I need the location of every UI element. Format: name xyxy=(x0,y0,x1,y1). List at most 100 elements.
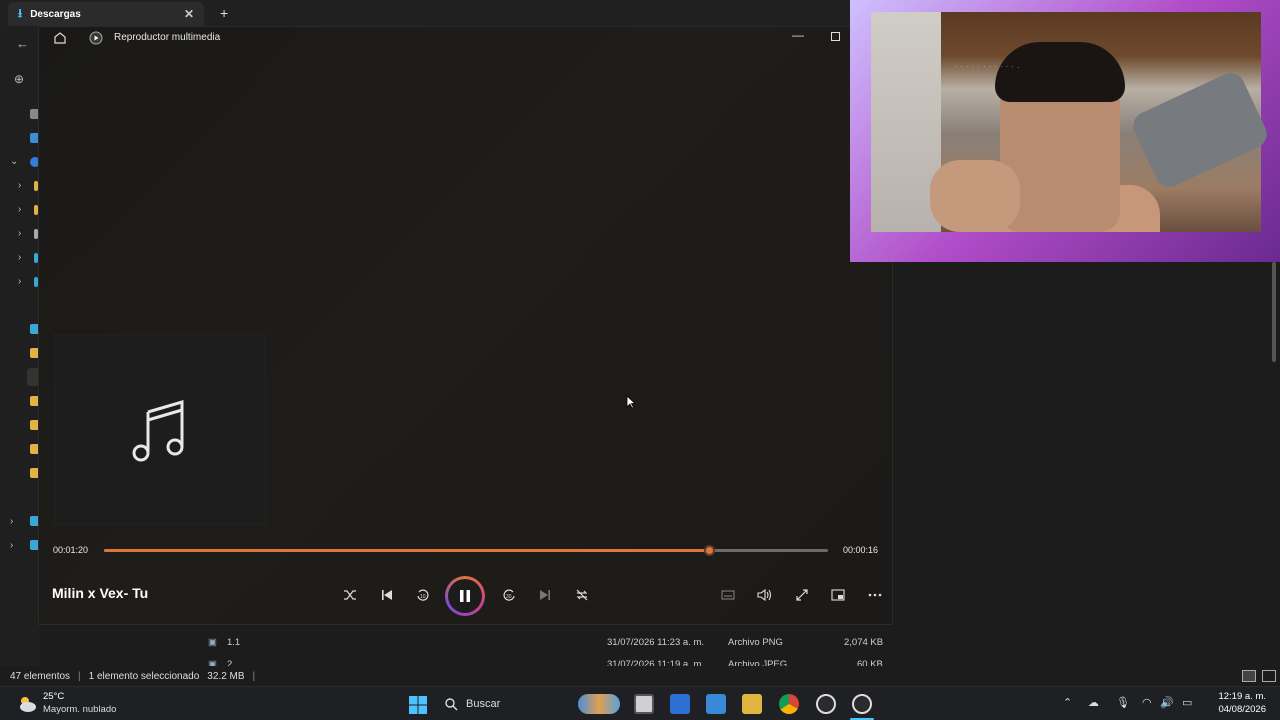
windows-start-icon[interactable] xyxy=(408,695,428,715)
skip-next-icon xyxy=(540,590,550,600)
volume-button[interactable] xyxy=(754,584,776,606)
taskbar-search[interactable]: Buscar xyxy=(444,692,564,716)
volume-icon xyxy=(757,588,772,602)
wifi-icon[interactable]: ◠ xyxy=(1142,696,1152,709)
selected-count: 1 elemento seleccionado xyxy=(88,670,200,682)
list-item[interactable]: ▣ 2 xyxy=(208,659,232,666)
skip-previous-icon xyxy=(382,590,392,600)
shuffle-button[interactable] xyxy=(339,584,361,606)
chevron-right-icon[interactable]: › xyxy=(18,204,21,215)
minimize-button[interactable]: — xyxy=(792,28,804,42)
forward-30-button[interactable]: 30 xyxy=(498,584,520,606)
details-view-icon[interactable] xyxy=(1242,670,1256,682)
list-item[interactable]: ▣ 1.1 xyxy=(208,637,240,648)
chevron-up-icon[interactable]: ⌃ xyxy=(1063,696,1072,709)
file-name: 1.1 xyxy=(226,637,241,648)
file-type: Archivo PNG xyxy=(728,637,783,648)
webcam-person-hair xyxy=(995,42,1125,102)
maximize-button[interactable] xyxy=(831,32,840,41)
chevron-right-icon[interactable]: › xyxy=(18,228,21,239)
rewind-10-button[interactable]: 10 xyxy=(412,584,434,606)
weather-temperature[interactable]: 25°C xyxy=(43,691,64,702)
music-note-icon xyxy=(132,399,184,462)
explorer-sidebar: ← ⊕ ⌄ › › › › › › › xyxy=(0,26,40,666)
svg-text:30: 30 xyxy=(506,594,512,600)
status-bar: 47 elementos | 1 elemento seleccionado 3… xyxy=(0,666,1280,686)
webcam-person-hand xyxy=(930,160,1020,232)
chevron-right-icon[interactable]: › xyxy=(10,516,13,527)
chevron-down-icon[interactable]: ⌄ xyxy=(10,156,18,167)
expand-icon xyxy=(796,589,808,601)
elapsed-time: 00:01:20 xyxy=(53,545,89,555)
chevron-right-icon[interactable]: › xyxy=(10,540,13,551)
file-type: Archivo JPEG xyxy=(728,659,788,666)
svg-text:10: 10 xyxy=(420,594,426,600)
file-date: 31/07/2026 11:23 a. m. xyxy=(607,637,705,648)
jpeg-file-icon: ▣ xyxy=(208,659,217,666)
repeat-button[interactable] xyxy=(571,584,593,606)
previous-button[interactable] xyxy=(376,584,398,606)
mouse-cursor-icon xyxy=(626,395,636,409)
explorer-tab[interactable]: ⭳ Descargas ✕ xyxy=(8,2,204,26)
clock-time[interactable]: 12:19 a. m. xyxy=(1214,691,1266,702)
task-view-icon[interactable] xyxy=(634,694,654,714)
more-options-button[interactable] xyxy=(864,584,886,606)
mini-player-button[interactable] xyxy=(827,584,849,606)
webcam-overlay-text: · · · · · · · · · · · . xyxy=(955,64,1020,70)
search-label: Buscar xyxy=(466,698,501,710)
chrome-icon[interactable] xyxy=(779,694,799,714)
rewind-10-icon: 10 xyxy=(417,589,429,601)
store-icon[interactable] xyxy=(670,694,690,714)
mini-player-icon xyxy=(831,589,845,601)
search-icon xyxy=(445,698,458,711)
app-title: Reproductor multimedia xyxy=(114,32,221,43)
subtitles-button[interactable] xyxy=(717,584,739,606)
close-tab-icon[interactable]: ✕ xyxy=(184,7,194,21)
taskbar: 25°C Mayorm. nublado Buscar ⌃ ☁ 🎙 ◠ 🔊 ▭ … xyxy=(0,686,1280,720)
player-titlebar: Reproductor multimedia — xyxy=(39,27,894,49)
chevron-right-icon[interactable]: › xyxy=(18,252,21,263)
remaining-time: 00:00:16 xyxy=(843,545,879,555)
microphone-icon[interactable]: 🎙 xyxy=(1116,696,1130,709)
clock-date[interactable]: 04/08/2026 xyxy=(1210,704,1266,715)
chevron-right-icon[interactable]: › xyxy=(18,180,21,191)
media-player-icon xyxy=(89,31,103,45)
subtitles-icon xyxy=(721,590,735,600)
weather-description[interactable]: Mayorm. nublado xyxy=(43,704,116,715)
item-count: 47 elementos xyxy=(10,670,71,682)
shuffle-icon xyxy=(344,590,356,600)
scrollbar[interactable] xyxy=(1272,262,1276,362)
file-explorer-icon[interactable] xyxy=(742,694,762,714)
more-icon xyxy=(868,593,882,597)
seek-thumb[interactable] xyxy=(703,545,715,556)
onedrive-icon[interactable]: ☁ xyxy=(1088,696,1099,709)
pause-button[interactable] xyxy=(445,576,485,616)
calculator-icon[interactable] xyxy=(706,694,726,714)
new-tab-button[interactable]: + xyxy=(220,5,228,21)
selected-size: 32.2 MB xyxy=(207,670,245,682)
volume-tray-icon[interactable]: 🔊 xyxy=(1160,696,1174,709)
png-file-icon: ▣ xyxy=(208,637,217,648)
repeat-off-icon xyxy=(576,589,588,601)
home-icon[interactable] xyxy=(53,31,67,45)
media-player-taskbar-icon[interactable] xyxy=(852,694,872,714)
chevron-right-icon[interactable]: › xyxy=(18,276,21,287)
seek-progress xyxy=(104,549,709,552)
fullscreen-button[interactable] xyxy=(791,584,813,606)
widgets-icon[interactable] xyxy=(578,694,620,714)
file-date: 31/07/2026 11:19 a. m. xyxy=(607,659,705,666)
file-name: 2 xyxy=(226,659,233,666)
obs-icon[interactable] xyxy=(816,694,836,714)
forward-30-icon: 30 xyxy=(503,589,515,601)
file-size: 60 KB xyxy=(857,659,883,666)
song-title: Milin x Vex- Tu xyxy=(52,585,149,601)
next-button[interactable] xyxy=(534,584,556,606)
tiles-view-icon[interactable] xyxy=(1262,670,1276,682)
media-player-window: Reproductor multimedia — 00:01:20 00:00:… xyxy=(38,26,893,625)
battery-icon[interactable]: ▭ xyxy=(1182,696,1192,709)
cloud-sun-icon[interactable] xyxy=(16,693,38,715)
add-circle-icon[interactable]: ⊕ xyxy=(14,72,24,86)
seek-bar[interactable] xyxy=(104,545,828,556)
explorer-tab-title: Descargas xyxy=(30,8,81,20)
back-arrow-icon[interactable]: ← xyxy=(16,36,29,51)
